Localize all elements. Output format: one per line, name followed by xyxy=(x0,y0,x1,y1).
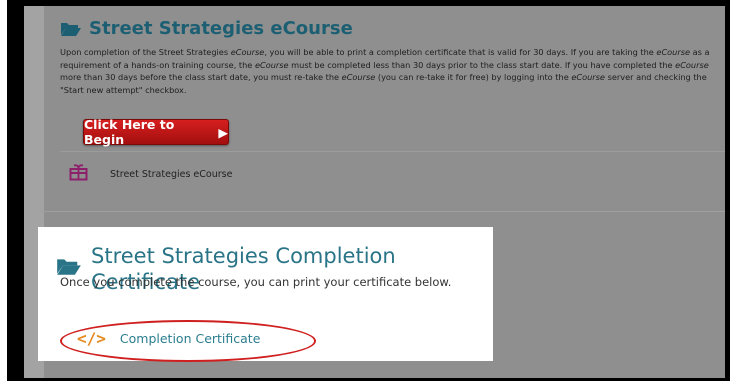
code-icon: </> xyxy=(77,329,106,348)
package-icon xyxy=(69,164,88,185)
begin-button[interactable]: Click Here to Begin ▶ xyxy=(83,117,229,147)
divider xyxy=(60,151,725,152)
begin-button-label: Click Here to Begin xyxy=(84,117,175,147)
ecourse-title-text: Street Strategies eCourse xyxy=(89,18,353,39)
course-page: Street Strategies eCourse Upon completio… xyxy=(24,6,725,378)
completion-certificate-link[interactable]: </> Completion Certificate xyxy=(77,329,260,348)
certificate-section: Street Strategies Completion Certificate… xyxy=(38,227,493,362)
ecourse-link-label: Street Strategies eCourse xyxy=(110,169,233,180)
play-icon: ▶ xyxy=(218,124,228,140)
ecourse-description: Upon completion of the Street Strategies… xyxy=(60,47,710,95)
completion-certificate-label: Completion Certificate xyxy=(119,331,261,346)
certificate-subtitle: Once you complete the course, you can pr… xyxy=(60,275,452,289)
ecourse-link[interactable]: Street Strategies eCourse xyxy=(69,164,232,185)
folder-open-icon xyxy=(60,21,82,37)
ecourse-title: Street Strategies eCourse xyxy=(60,18,720,40)
divider xyxy=(39,211,725,212)
ecourse-section: Street Strategies eCourse Upon completio… xyxy=(60,18,720,96)
